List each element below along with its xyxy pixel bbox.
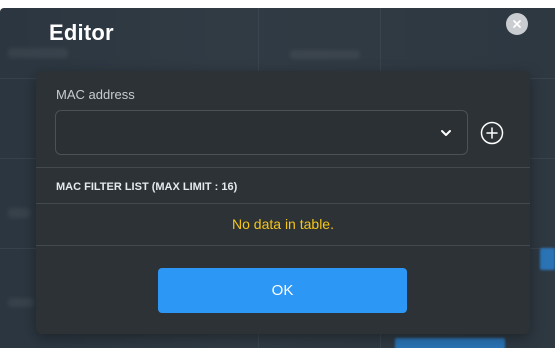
divider: [36, 167, 530, 168]
editor-panel: MAC address MAC FILTER LIST (MAX LIMIT :…: [36, 71, 530, 334]
close-icon: [513, 20, 521, 28]
mac-address-field[interactable]: [55, 110, 468, 155]
divider: [36, 203, 530, 204]
ok-button[interactable]: OK: [158, 268, 407, 313]
mac-address-input[interactable]: [66, 123, 426, 143]
empty-table-message: No data in table.: [232, 216, 334, 232]
chevron-down-icon[interactable]: [439, 126, 453, 140]
mac-filter-list-header: MAC FILTER LIST (MAX LIMIT : 16): [56, 181, 238, 193]
mac-address-label: MAC address: [56, 87, 135, 102]
add-circle-icon[interactable]: [480, 121, 504, 145]
dialog-title: Editor: [49, 20, 114, 45]
editor-dialog-screen: Editor MAC address MAC FILTER LIST (MAX …: [0, 0, 555, 348]
divider: [36, 245, 530, 246]
close-button[interactable]: [506, 13, 528, 35]
